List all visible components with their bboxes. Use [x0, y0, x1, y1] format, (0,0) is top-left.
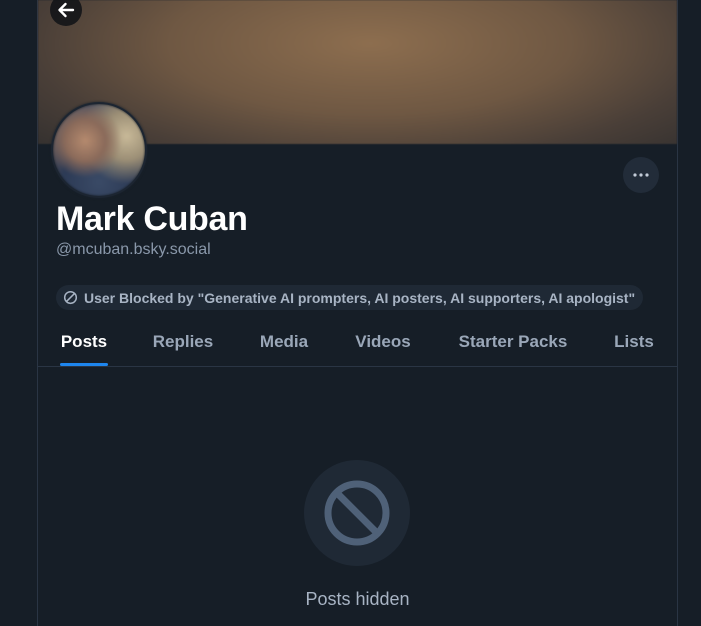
- blocked-label-text: User Blocked by "Generative AI prompters…: [84, 289, 636, 306]
- ellipsis-icon: [633, 173, 649, 177]
- profile-tabs: Posts Replies Media Videos Starter Packs…: [38, 318, 677, 367]
- tab-label: Lists: [614, 332, 654, 351]
- more-options-button[interactable]: [623, 157, 659, 193]
- tab-label: Starter Packs: [458, 332, 568, 351]
- arrow-left-icon: [58, 2, 75, 18]
- profile-column: Mark Cuban @mcuban.bsky.social User Bloc…: [37, 0, 678, 626]
- tab-replies[interactable]: Replies: [152, 318, 214, 366]
- posts-hidden-text: Posts hidden: [305, 589, 410, 609]
- tab-starter-packs[interactable]: Starter Packs: [457, 318, 569, 366]
- tab-label: Media: [259, 332, 309, 351]
- active-tab-indicator: [60, 363, 108, 366]
- tab-label: Videos: [355, 332, 411, 351]
- avatar-border: [51, 102, 147, 198]
- tab-label: Replies: [152, 332, 214, 351]
- profile-handle: @mcuban.bsky.social: [56, 241, 211, 258]
- tab-lists[interactable]: Lists: [613, 318, 655, 366]
- display-name: Mark Cuban: [56, 200, 248, 238]
- blocked-icon: [324, 480, 390, 546]
- tab-posts[interactable]: Posts: [60, 318, 108, 366]
- tab-label: Posts: [60, 332, 108, 351]
- blocked-label-pill[interactable]: User Blocked by "Generative AI prompters…: [56, 285, 644, 310]
- tab-media[interactable]: Media: [258, 318, 310, 366]
- posts-hidden-icon-container: [304, 460, 410, 566]
- tab-videos[interactable]: Videos: [354, 318, 412, 366]
- block-icon: [63, 290, 78, 305]
